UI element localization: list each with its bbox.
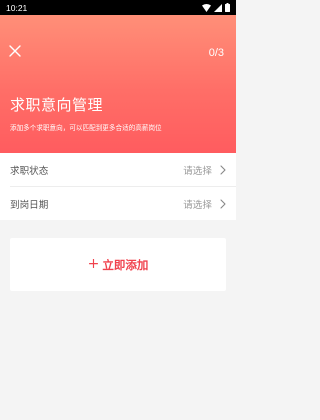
page-title: 求职意向管理: [10, 96, 104, 114]
job-status-label: 求职状态: [10, 165, 49, 177]
page-subtitle: 添加多个求职意向，可以匹配到更多合适的高薪岗位: [10, 124, 162, 132]
plus-icon: +: [87, 256, 100, 272]
close-icon: [8, 44, 22, 58]
status-icons: [202, 3, 230, 12]
status-time: 10:21: [6, 2, 28, 13]
job-status-row[interactable]: 求职状态 请选择: [0, 153, 236, 186]
add-now-button[interactable]: + 立即添加: [10, 238, 226, 291]
arrival-date-row[interactable]: 到岗日期 请选择: [0, 187, 236, 220]
job-status-value: 请选择: [183, 165, 212, 177]
arrival-date-value: 请选择: [183, 199, 212, 211]
wifi-icon: [202, 3, 211, 12]
close-button[interactable]: [8, 44, 22, 58]
status-bar: 10:21: [0, 0, 236, 15]
signal-icon: [214, 3, 222, 12]
chevron-right-icon: [220, 164, 226, 175]
add-now-content: + 立即添加: [88, 257, 149, 273]
battery-icon: [225, 3, 230, 12]
header-banner: 0/3 求职意向管理 添加多个求职意向，可以匹配到更多合适的高薪岗位: [0, 15, 236, 153]
step-progress: 0/3: [208, 47, 224, 59]
arrival-date-label: 到岗日期: [10, 199, 49, 211]
chevron-right-icon: [220, 198, 226, 209]
job-intent-form: 求职状态 请选择 到岗日期 请选择: [0, 153, 236, 220]
add-now-label: 立即添加: [102, 257, 149, 272]
